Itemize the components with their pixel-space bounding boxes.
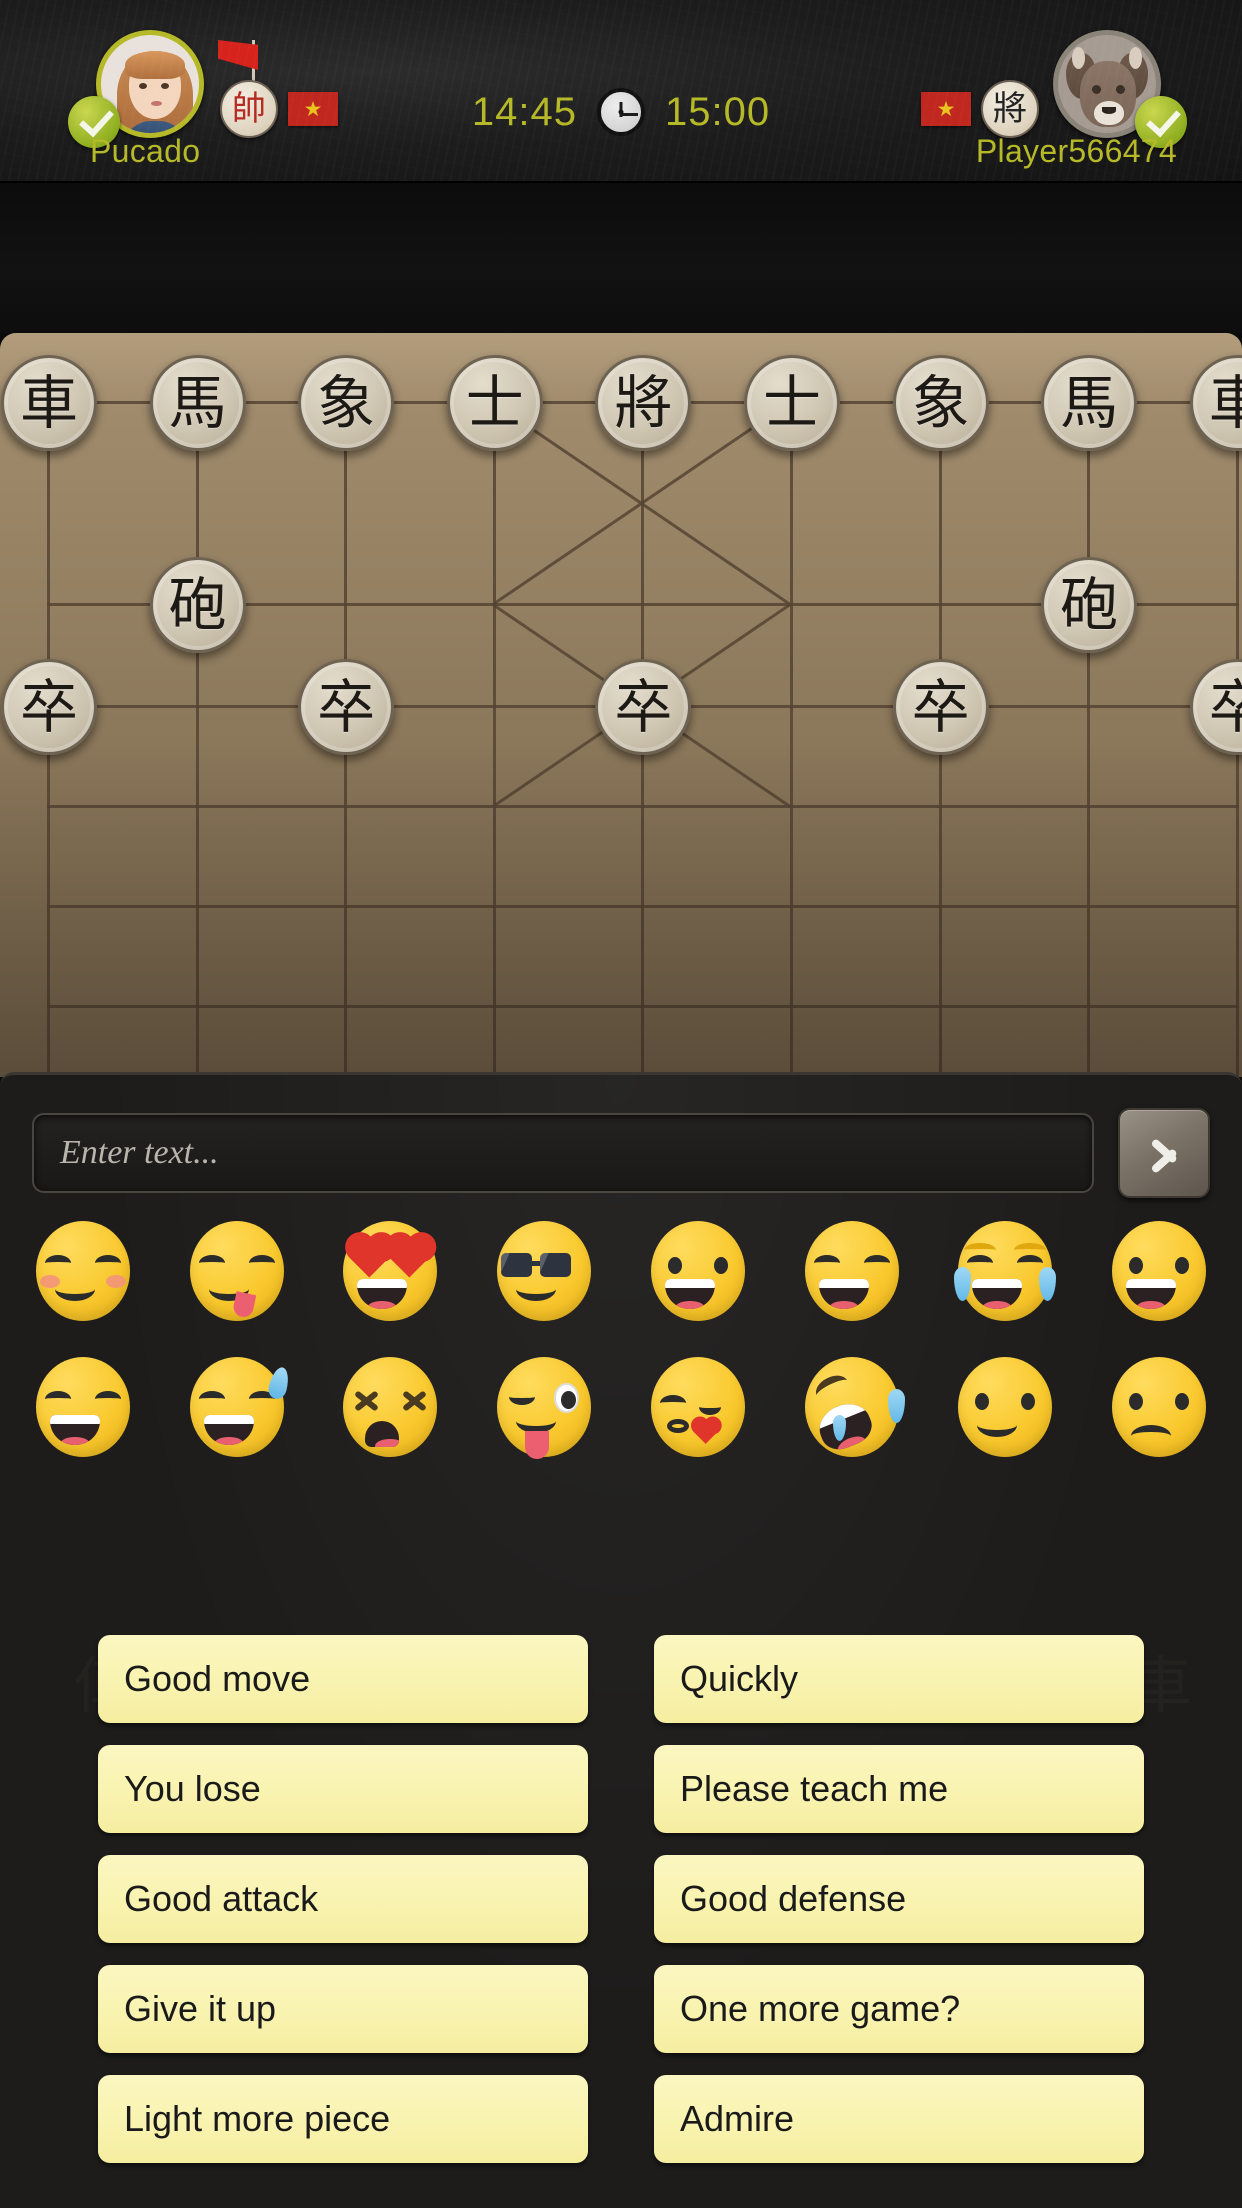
left-player-time: 14:45 xyxy=(471,89,577,134)
right-piece-badge: 將 xyxy=(981,80,1039,138)
heart-eyes-emoji[interactable] xyxy=(335,1217,445,1325)
send-button[interactable] xyxy=(1118,1108,1210,1198)
sunglasses-emoji[interactable] xyxy=(489,1217,599,1325)
grid-line-horizontal xyxy=(47,1005,1239,1008)
game-header: 帥 ★ Pucado 14:45 15:00 將 ★ Player566474 xyxy=(0,0,1242,183)
grin-open-emoji[interactable] xyxy=(643,1217,753,1325)
grinning-emoji[interactable] xyxy=(1104,1217,1214,1325)
xiangqi-board[interactable]: 車馬象士將士象馬車砲砲卒卒卒卒卒 xyxy=(0,333,1242,1077)
chat-panel: 俥 帥 車 Enter text... Good moveQuicklyYou … xyxy=(0,1072,1242,2208)
chess-piece[interactable]: 卒 xyxy=(595,659,692,755)
sweat-laugh-emoji[interactable] xyxy=(182,1353,292,1461)
right-player-panel[interactable]: 將 ★ Player566474 xyxy=(857,0,1187,181)
emoji-row xyxy=(0,1353,1242,1461)
header-gap xyxy=(0,183,1242,333)
blush-smile-emoji[interactable] xyxy=(28,1217,138,1325)
chat-input-placeholder: Enter text... xyxy=(60,1134,219,1171)
chevron-right-icon xyxy=(1151,1129,1177,1177)
quick-message-button[interactable]: One more game? xyxy=(654,1965,1144,2053)
clock-icon xyxy=(597,88,645,136)
chess-piece[interactable]: 馬 xyxy=(1041,355,1138,451)
tongue-smile-emoji[interactable] xyxy=(182,1217,292,1325)
kiss-heart-emoji[interactable] xyxy=(643,1353,753,1461)
chess-piece[interactable]: 將 xyxy=(595,355,692,451)
xiangqi-game-screen: 帥 ★ Pucado 14:45 15:00 將 ★ Player566474 … xyxy=(0,0,1242,2208)
chess-piece[interactable]: 卒 xyxy=(1,659,97,755)
chess-piece[interactable]: 卒 xyxy=(298,659,395,755)
quick-message-button[interactable]: Light more piece xyxy=(98,2075,588,2163)
right-flag-icon: ★ xyxy=(921,92,971,126)
quick-message-grid: Good move Quickly You lose Please teach me G… xyxy=(0,1635,1242,2163)
chess-piece[interactable]: 砲 xyxy=(1041,557,1138,653)
quick-message-button[interactable]: Good attack xyxy=(98,1855,588,1943)
slight-smile-emoji[interactable] xyxy=(950,1353,1060,1461)
chess-piece[interactable]: 車 xyxy=(1,355,97,451)
grid-line-vertical xyxy=(1087,401,1091,1077)
right-player-time: 15:00 xyxy=(665,89,771,134)
quick-message-button[interactable]: Please teach me xyxy=(654,1745,1144,1833)
grid-line-horizontal xyxy=(47,805,1239,808)
chess-piece[interactable]: 士 xyxy=(446,355,543,451)
chat-text-input[interactable]: Enter text... xyxy=(32,1113,1094,1193)
grid-line-vertical xyxy=(790,401,793,1077)
chess-piece[interactable]: 象 xyxy=(892,355,989,451)
chess-piece[interactable]: 砲 xyxy=(149,557,246,653)
quick-message-button[interactable]: Admire xyxy=(654,2075,1144,2163)
zany-tongue-emoji[interactable] xyxy=(489,1353,599,1461)
joy-tears-emoji[interactable] xyxy=(950,1217,1060,1325)
grid-line-horizontal xyxy=(47,905,1239,908)
rofl-emoji[interactable] xyxy=(797,1353,907,1461)
chess-piece[interactable]: 象 xyxy=(298,355,395,451)
quick-message-button[interactable]: Good move xyxy=(98,1635,588,1723)
left-player-name: Pucado xyxy=(90,133,201,169)
chess-piece[interactable]: 卒 xyxy=(892,659,989,755)
laughing-emoji[interactable] xyxy=(797,1217,907,1325)
weary-emoji[interactable] xyxy=(335,1353,445,1461)
quick-message-button[interactable]: Give it up xyxy=(98,1965,588,2053)
grid-line-vertical xyxy=(492,401,496,1077)
chess-piece[interactable]: 士 xyxy=(744,355,840,451)
grid-line-vertical xyxy=(195,401,199,1077)
chat-input-row: Enter text... xyxy=(32,1108,1210,1198)
quick-message-button[interactable]: Quickly xyxy=(654,1635,1144,1723)
laugh-wide-emoji[interactable] xyxy=(28,1353,138,1461)
frowning-emoji[interactable] xyxy=(1104,1353,1214,1461)
quick-message-button[interactable]: You lose xyxy=(98,1745,588,1833)
chess-piece[interactable]: 馬 xyxy=(149,355,246,451)
emoji-picker xyxy=(0,1217,1242,1489)
quick-message-button[interactable]: Good defense xyxy=(654,1855,1144,1943)
right-player-name: Player566474 xyxy=(975,133,1177,169)
emoji-row xyxy=(0,1217,1242,1325)
right-flag-star: ★ xyxy=(936,97,956,121)
